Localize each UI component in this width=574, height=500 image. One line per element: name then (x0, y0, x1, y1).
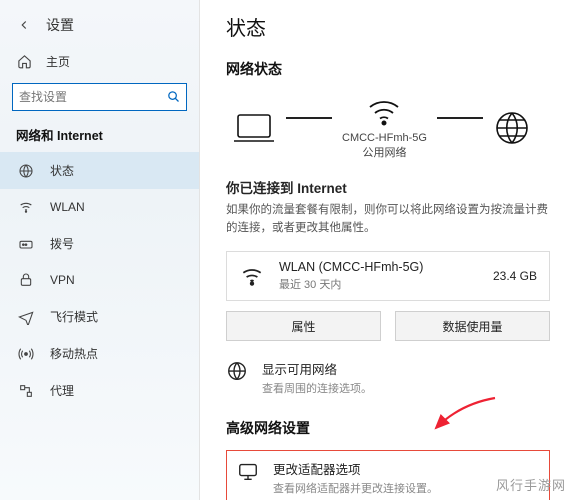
airplane-icon (18, 309, 34, 325)
wlan-usage: 23.4 GB (493, 269, 537, 283)
search-box[interactable] (12, 83, 187, 111)
wifi-icon (239, 263, 265, 289)
connector-line (286, 117, 332, 119)
watermark: 风行手游网 (496, 475, 566, 494)
globe-icon (493, 109, 531, 147)
home-label: 主页 (46, 53, 70, 70)
diagram-net-type: 公用网络 (362, 147, 406, 159)
settings-label: 设置 (46, 15, 74, 35)
back-button[interactable]: 设置 (0, 6, 199, 44)
sidebar-item-dialup[interactable]: 拨号 (0, 225, 199, 262)
sidebar-item-proxy[interactable]: 代理 (0, 372, 199, 409)
available-networks-icon (226, 360, 248, 382)
sidebar-item-label: 状态 (50, 162, 74, 179)
wifi-icon (18, 199, 34, 215)
sidebar-item-status[interactable]: 状态 (0, 152, 199, 189)
device-icon (232, 111, 276, 145)
search-icon (166, 89, 181, 104)
router-wifi-icon: CMCC-HFmh-5G 公用网络 (342, 95, 427, 161)
wlan-subtitle: 最近 30 天内 (279, 276, 479, 292)
sidebar-item-wlan[interactable]: WLAN (0, 189, 199, 225)
diagram-ssid: CMCC-HFmh-5G (342, 132, 427, 144)
main-content: 状态 网络状态 CMCC-HFmh-5G 公用网络 你已连接到 Internet… (200, 0, 574, 500)
sidebar-item-label: VPN (50, 273, 75, 287)
hotspot-icon (18, 346, 34, 362)
properties-button[interactable]: 属性 (226, 311, 381, 341)
status-icon (18, 163, 34, 179)
data-usage-button[interactable]: 数据使用量 (395, 311, 550, 341)
connector-line (437, 117, 483, 119)
proxy-icon (18, 383, 34, 399)
arrow-left-icon (16, 17, 32, 33)
search-input[interactable] (19, 90, 162, 104)
sidebar-item-airplane[interactable]: 飞行模式 (0, 298, 199, 335)
sidebar-item-label: 代理 (50, 382, 74, 399)
settings-sidebar: 设置 主页 网络和 Internet 状态 (0, 0, 200, 500)
sidebar-item-label: 拨号 (50, 235, 74, 252)
advanced-heading: 高级网络设置 (226, 418, 550, 438)
wlan-usage-card: WLAN (CMCC-HFmh-5G) 最近 30 天内 23.4 GB (226, 251, 550, 301)
home-icon (16, 54, 32, 70)
sidebar-item-label: WLAN (50, 200, 85, 214)
connected-title: 你已连接到 Internet (226, 177, 550, 197)
page-title: 状态 (226, 12, 550, 41)
network-status-heading: 网络状态 (226, 59, 550, 79)
adapter-options-link[interactable]: 更改适配器选项 查看网络适配器并更改连接设置。 (237, 459, 539, 496)
home-button[interactable]: 主页 (0, 44, 199, 79)
adapter-title: 更改适配器选项 (273, 459, 438, 478)
sidebar-item-label: 飞行模式 (50, 308, 98, 325)
wlan-name: WLAN (CMCC-HFmh-5G) (279, 260, 479, 274)
connected-body: 如果你的流量套餐有限制，则你可以将此网络设置为按流量计费的连接，或者更改其他属性… (226, 201, 550, 238)
dialup-icon (18, 236, 34, 252)
sidebar-item-hotspot[interactable]: 移动热点 (0, 335, 199, 372)
adapter-sub: 查看网络适配器并更改连接设置。 (273, 480, 438, 496)
category-heading: 网络和 Internet (0, 121, 199, 152)
sidebar-item-label: 移动热点 (50, 345, 98, 362)
show-networks-sub: 查看周围的连接选项。 (262, 380, 372, 396)
show-networks-title: 显示可用网络 (262, 359, 372, 378)
vpn-icon (18, 272, 34, 288)
sidebar-item-vpn[interactable]: VPN (0, 262, 199, 298)
show-networks-link[interactable]: 显示可用网络 查看周围的连接选项。 (226, 359, 550, 396)
adapter-icon (237, 460, 259, 482)
network-diagram: CMCC-HFmh-5G 公用网络 (226, 91, 550, 163)
